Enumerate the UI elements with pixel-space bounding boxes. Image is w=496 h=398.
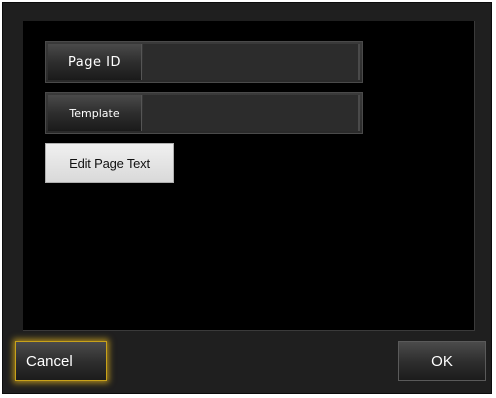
template-field-row: Template — [45, 92, 363, 134]
page-id-label: Page ID — [48, 44, 142, 80]
template-label: Template — [48, 95, 142, 131]
page-id-input[interactable] — [143, 44, 360, 80]
dialog-window: Page ID Template Edit Page Text Cancel O… — [2, 2, 492, 394]
page-id-field-row: Page ID — [45, 41, 363, 83]
edit-page-text-button[interactable]: Edit Page Text — [45, 143, 174, 183]
template-input[interactable] — [143, 95, 360, 131]
content-panel: Page ID Template Edit Page Text — [23, 21, 475, 331]
ok-button[interactable]: OK — [398, 341, 486, 381]
cancel-button[interactable]: Cancel — [15, 341, 107, 381]
